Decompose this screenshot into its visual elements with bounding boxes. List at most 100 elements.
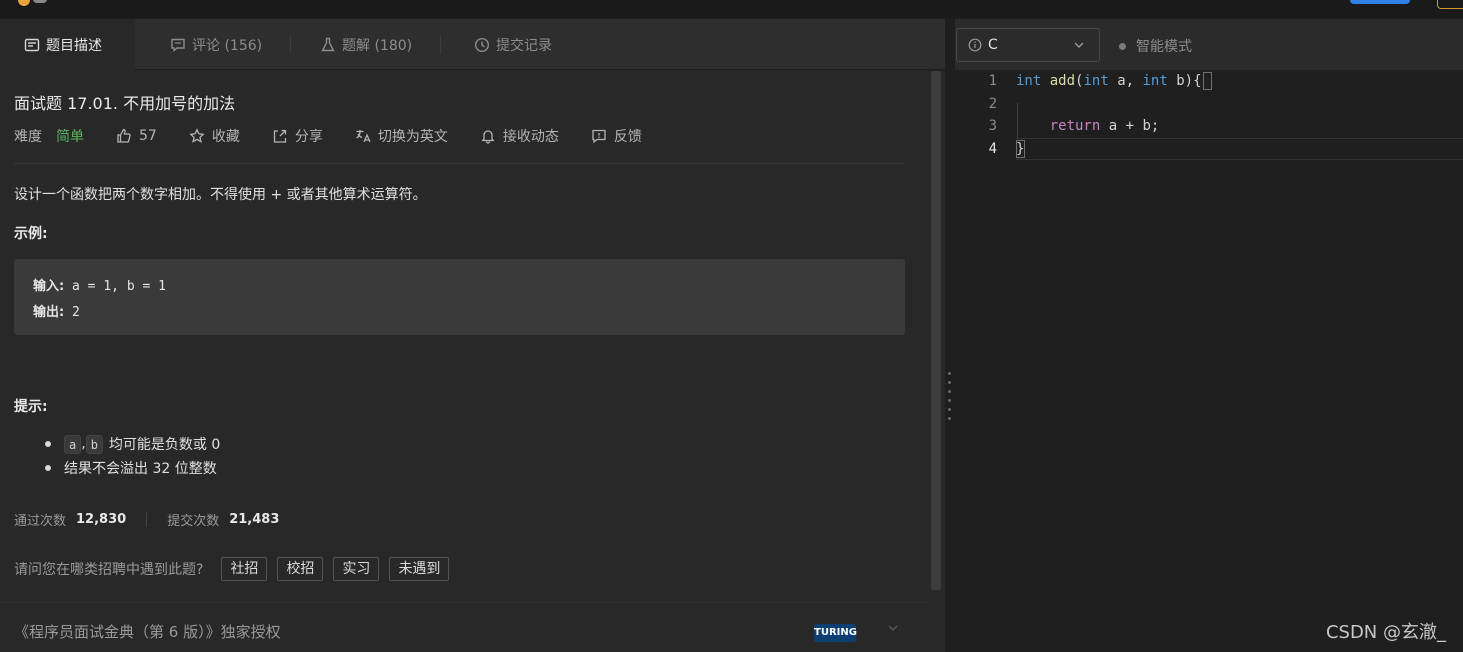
submission-stats: 通过次数 12,830 提交次数 21,483 bbox=[14, 509, 279, 529]
accepted-label: 通过次数 bbox=[14, 513, 67, 529]
example-input-line: 输入: a = 1, b = 1 bbox=[33, 275, 166, 294]
favorite-button[interactable]: 收藏 bbox=[189, 126, 240, 146]
line-number: 2 bbox=[988, 96, 997, 112]
difficulty-badge: 简单 bbox=[56, 129, 84, 145]
thumbs-up-icon bbox=[117, 128, 131, 143]
tab-divider bbox=[440, 36, 441, 54]
tab-comments[interactable]: 评论 (156) bbox=[170, 19, 262, 70]
survey-question: 请问您在哪类招聘中遇到此题? bbox=[14, 562, 204, 578]
comment-icon bbox=[171, 38, 185, 52]
grip-dot bbox=[948, 408, 951, 411]
example-input-label: 输入: bbox=[33, 279, 65, 294]
grip-dot bbox=[948, 381, 951, 384]
switch-language-button[interactable]: 切换为英文 bbox=[355, 126, 448, 146]
info-icon bbox=[968, 38, 982, 52]
tab-submissions[interactable]: 提交记录 bbox=[474, 19, 552, 70]
hint-text: 均可能是负数或 0 bbox=[108, 437, 221, 453]
hint-text: 结果不会溢出 32 位整数 bbox=[64, 461, 217, 477]
code-line: int add(int a, int b){ bbox=[1016, 73, 1202, 89]
problem-title: 面试题 17.01. 不用加号的加法 bbox=[14, 94, 236, 113]
tab-submissions-label: 提交记录 bbox=[496, 37, 552, 54]
document-icon bbox=[24, 38, 40, 51]
tab-divider bbox=[290, 36, 291, 54]
line-number: 3 bbox=[988, 118, 997, 134]
code-return-keyword: return bbox=[1049, 118, 1101, 134]
code-expression: a + b; bbox=[1100, 118, 1160, 134]
tab-description[interactable]: 题目描述 bbox=[0, 19, 135, 70]
subscribe-label: 接收动态 bbox=[502, 129, 559, 145]
problem-tabs: 题目描述 评论 (156) 题解 (180) 提交记录 bbox=[0, 19, 945, 70]
example-output-line: 输出: 2 bbox=[33, 301, 80, 320]
stats-divider bbox=[146, 511, 148, 527]
example-block: 输入: a = 1, b = 1 输出: 2 bbox=[14, 259, 905, 335]
problem-description: 设计一个函数把两个数字相加。不得使用 + 或者其他算术运算符。 bbox=[14, 187, 427, 203]
top-premium-button[interactable] bbox=[1437, 0, 1463, 9]
scrollbar[interactable] bbox=[931, 71, 941, 590]
recruitment-survey: 请问您在哪类招聘中遇到此题? 社招 校招 实习 未遇到 bbox=[14, 557, 459, 581]
accepted-count: 12,830 bbox=[76, 511, 127, 527]
subscribe-button[interactable]: 接收动态 bbox=[480, 126, 559, 146]
list-item: a , b 均可能是负数或 0 bbox=[14, 432, 220, 456]
survey-option-none[interactable]: 未遇到 bbox=[389, 557, 450, 581]
submitted-count: 21,483 bbox=[229, 511, 280, 527]
leetcode-logo-icon[interactable] bbox=[18, 0, 30, 6]
grip-dot bbox=[948, 390, 951, 393]
favorite-label: 收藏 bbox=[211, 129, 240, 145]
bullet bbox=[45, 441, 51, 447]
feedback-icon bbox=[592, 129, 606, 144]
flask-icon bbox=[321, 37, 335, 51]
smart-mode-label: 智能模式 bbox=[1136, 39, 1192, 55]
feedback-label: 反馈 bbox=[613, 129, 642, 145]
code-editor[interactable]: 1 2 3 4 int add(int a, int b){ return a … bbox=[955, 70, 1463, 652]
translate-icon bbox=[355, 130, 371, 143]
survey-option-intern[interactable]: 实习 bbox=[333, 557, 380, 581]
clock-icon bbox=[474, 37, 490, 52]
grip-dot bbox=[948, 417, 951, 420]
survey-option-social[interactable]: 社招 bbox=[221, 557, 268, 581]
license-text: 《程序员面试金典（第 6 版）》独家授权 bbox=[14, 623, 281, 641]
code-keyword: int bbox=[1083, 73, 1109, 89]
top-action-button[interactable] bbox=[1350, 0, 1410, 4]
logo-text-fragment bbox=[33, 0, 47, 3]
smart-mode-toggle[interactable]: 智能模式 bbox=[1119, 36, 1192, 56]
code-line: return a + b; bbox=[1016, 118, 1160, 134]
tab-solutions-label: 题解 (180) bbox=[342, 37, 413, 54]
switch-language-label: 切换为英文 bbox=[377, 129, 448, 145]
tab-comments-label: 评论 (156) bbox=[192, 37, 263, 54]
meta-divider bbox=[14, 163, 905, 164]
inline-code: b bbox=[85, 434, 103, 454]
code-param: a, bbox=[1108, 73, 1143, 89]
grip-dot bbox=[948, 372, 951, 375]
hints-list: a , b 均可能是负数或 0 结果不会溢出 32 位整数 bbox=[14, 432, 220, 480]
feedback-button[interactable]: 反馈 bbox=[591, 126, 642, 146]
hints-title: 提示: bbox=[14, 399, 48, 415]
problem-panel: 题目描述 评论 (156) 题解 (180) 提交记录 面试题 17.01. 不… bbox=[0, 19, 945, 652]
inline-code: a bbox=[64, 434, 82, 454]
like-count: 57 bbox=[139, 128, 157, 144]
status-dot bbox=[1119, 42, 1126, 50]
bell-icon bbox=[481, 130, 495, 144]
code-param: b) bbox=[1167, 73, 1194, 89]
chevron-down-icon[interactable] bbox=[886, 621, 900, 635]
example-output-value: 2 bbox=[64, 305, 80, 320]
editor-toolbar: C 智能模式 bbox=[955, 19, 1463, 70]
share-button[interactable]: 分享 bbox=[272, 126, 323, 146]
survey-option-campus[interactable]: 校招 bbox=[277, 557, 324, 581]
submitted-label: 提交次数 bbox=[167, 513, 220, 529]
line-number: 4 bbox=[988, 141, 997, 157]
pane-splitter[interactable] bbox=[945, 19, 955, 652]
license-footer: 《程序员面试金典（第 6 版）》独家授权 TURING bbox=[0, 602, 930, 652]
bracket-match-highlight bbox=[1203, 72, 1212, 90]
example-output-label: 输出: bbox=[33, 305, 65, 320]
code-keyword: int bbox=[1016, 73, 1042, 89]
example-title: 示例: bbox=[14, 226, 48, 242]
code-brace: { bbox=[1193, 73, 1202, 89]
code-function: add bbox=[1049, 73, 1076, 89]
share-label: 分享 bbox=[294, 129, 323, 145]
like-button[interactable]: 57 bbox=[116, 128, 157, 144]
problem-meta-bar: 难度 简单 57 收藏 分享 切换为英文 接收动态 反馈 bbox=[14, 126, 674, 146]
language-select[interactable]: C bbox=[956, 28, 1100, 62]
tab-solutions[interactable]: 题解 (180) bbox=[320, 19, 412, 70]
current-line-highlight bbox=[1016, 138, 1463, 160]
example-input-value: a = 1, b = 1 bbox=[64, 279, 166, 294]
